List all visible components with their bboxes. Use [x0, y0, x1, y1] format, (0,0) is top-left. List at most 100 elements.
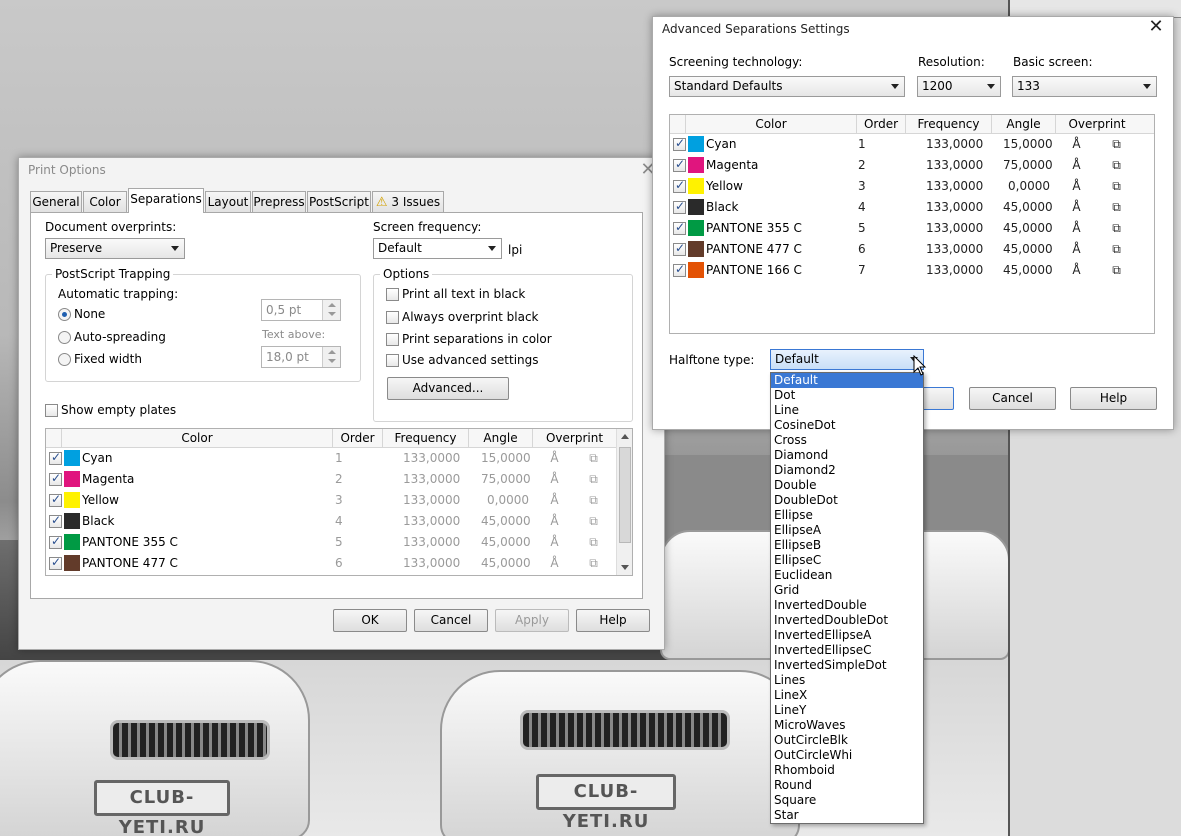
- halftone-option[interactable]: MicroWaves: [771, 718, 923, 733]
- table-row[interactable]: Magenta 2 133,0000 75,0000 Å ⧉: [46, 469, 616, 490]
- scroll-down-icon[interactable]: [621, 565, 629, 570]
- row-enable-checkbox[interactable]: [673, 262, 686, 277]
- trapping-width-stepper[interactable]: 0,5 pt: [261, 299, 341, 321]
- overprint-text-icon[interactable]: Å: [1070, 180, 1083, 193]
- basic-screen-select[interactable]: 133: [1012, 76, 1157, 97]
- resolution-select[interactable]: 1200: [917, 76, 1001, 97]
- print-all-text-black-checkbox[interactable]: [386, 288, 399, 301]
- cancel-button-advanced[interactable]: Cancel: [969, 387, 1056, 410]
- help-button-advanced[interactable]: Help: [1070, 387, 1157, 410]
- row-enable-checkbox[interactable]: [673, 136, 686, 151]
- overprint-graphics-icon[interactable]: ⧉: [1110, 180, 1123, 193]
- halftone-option[interactable]: InvertedDouble: [771, 598, 923, 613]
- table-row[interactable]: Black 4 133,0000 45,0000 Å ⧉: [670, 197, 1154, 218]
- halftone-option[interactable]: OutCircleWhi: [771, 748, 923, 763]
- column-header-order[interactable]: Order: [857, 115, 906, 134]
- stepper-arrows-icon[interactable]: [322, 347, 340, 367]
- trapping-fixed-width-radio[interactable]: [58, 353, 71, 366]
- overprint-text-icon[interactable]: Å: [1070, 264, 1083, 277]
- always-overprint-black-checkbox[interactable]: [386, 311, 399, 324]
- halftone-option[interactable]: DoubleDot: [771, 493, 923, 508]
- row-enable-checkbox[interactable]: [49, 492, 62, 507]
- halftone-option[interactable]: Euclidean: [771, 568, 923, 583]
- overprint-text-icon[interactable]: Å: [548, 515, 561, 528]
- table-row[interactable]: PANTONE 355 C 5 133,0000 45,0000 Å ⧉: [670, 218, 1154, 239]
- table-row[interactable]: PANTONE 477 C 6 133,0000 45,0000 Å ⧉: [670, 239, 1154, 260]
- halftone-option[interactable]: CosineDot: [771, 418, 923, 433]
- overprint-text-icon[interactable]: Å: [548, 473, 561, 486]
- tab-prepress[interactable]: Prepress: [252, 191, 306, 212]
- tab-layout[interactable]: Layout: [205, 191, 251, 212]
- halftone-option[interactable]: Line: [771, 403, 923, 418]
- trapping-none-radio[interactable]: [58, 308, 71, 321]
- column-header-color[interactable]: Color: [686, 115, 857, 134]
- table-row[interactable]: Cyan 1 133,0000 15,0000 Å ⧉: [670, 134, 1154, 155]
- overprint-text-icon[interactable]: Å: [1070, 201, 1083, 214]
- halftone-option[interactable]: InvertedEllipseC: [771, 643, 923, 658]
- overprint-graphics-icon[interactable]: ⧉: [587, 473, 600, 486]
- halftone-option[interactable]: Lines: [771, 673, 923, 688]
- column-header-angle[interactable]: Angle: [992, 115, 1056, 134]
- overprint-graphics-icon[interactable]: ⧉: [1110, 201, 1123, 214]
- column-header-color[interactable]: Color: [62, 429, 333, 448]
- overprint-graphics-icon[interactable]: ⧉: [587, 494, 600, 507]
- halftone-option[interactable]: LineY: [771, 703, 923, 718]
- overprint-text-icon[interactable]: Å: [548, 536, 561, 549]
- print-separations-in-color-checkbox[interactable]: [386, 333, 399, 346]
- halftone-option[interactable]: Dot: [771, 388, 923, 403]
- halftone-option[interactable]: Default: [771, 373, 923, 388]
- table-row[interactable]: Black 4 133,0000 45,0000 Å ⧉: [46, 511, 616, 532]
- overprint-text-icon[interactable]: Å: [548, 494, 561, 507]
- table-scrollbar[interactable]: [616, 429, 632, 575]
- document-overprints-select[interactable]: Preserve: [45, 238, 185, 259]
- halftone-option[interactable]: Round: [771, 778, 923, 793]
- halftone-option[interactable]: InvertedEllipseA: [771, 628, 923, 643]
- row-enable-checkbox[interactable]: [673, 157, 686, 172]
- halftone-type-select[interactable]: Default: [770, 349, 924, 370]
- halftone-option[interactable]: Diamond: [771, 448, 923, 463]
- overprint-text-icon[interactable]: Å: [548, 452, 561, 465]
- halftone-option[interactable]: InvertedSimpleDot: [771, 658, 923, 673]
- help-button[interactable]: Help: [576, 609, 650, 632]
- overprint-graphics-icon[interactable]: ⧉: [1110, 243, 1123, 256]
- halftone-option[interactable]: OutCircleBlk: [771, 733, 923, 748]
- halftone-option[interactable]: EllipseB: [771, 538, 923, 553]
- advanced-close-icon[interactable]: ✕: [1146, 17, 1166, 37]
- halftone-option[interactable]: InvertedDoubleDot: [771, 613, 923, 628]
- apply-button[interactable]: Apply: [495, 609, 569, 632]
- overprint-graphics-icon[interactable]: ⧉: [1110, 264, 1123, 277]
- column-header-overprint[interactable]: Overprint: [533, 429, 616, 448]
- overprint-graphics-icon[interactable]: ⧉: [1110, 138, 1123, 151]
- halftone-option[interactable]: Double: [771, 478, 923, 493]
- row-enable-checkbox[interactable]: [673, 241, 686, 256]
- halftone-option[interactable]: EllipseA: [771, 523, 923, 538]
- halftone-option[interactable]: Star: [771, 808, 923, 823]
- overprint-graphics-icon[interactable]: ⧉: [587, 452, 600, 465]
- row-enable-checkbox[interactable]: [49, 450, 62, 465]
- table-row[interactable]: Magenta 2 133,0000 75,0000 Å ⧉: [670, 155, 1154, 176]
- overprint-text-icon[interactable]: Å: [1070, 159, 1083, 172]
- column-header-frequency[interactable]: Frequency: [906, 115, 992, 134]
- halftone-option[interactable]: Ellipse: [771, 508, 923, 523]
- column-header-angle[interactable]: Angle: [469, 429, 533, 448]
- column-header-frequency[interactable]: Frequency: [383, 429, 469, 448]
- cancel-button[interactable]: Cancel: [414, 609, 488, 632]
- show-empty-plates-checkbox[interactable]: [45, 404, 58, 417]
- halftone-option[interactable]: Rhomboid: [771, 763, 923, 778]
- overprint-graphics-icon[interactable]: ⧉: [587, 536, 600, 549]
- row-enable-checkbox[interactable]: [49, 555, 62, 570]
- table-row[interactable]: PANTONE 166 C 7 133,0000 45,0000 Å ⧉: [670, 260, 1154, 281]
- table-row[interactable]: Yellow 3 133,0000 0,0000 Å ⧉: [46, 490, 616, 511]
- row-enable-checkbox[interactable]: [49, 471, 62, 486]
- column-header-order[interactable]: Order: [333, 429, 383, 448]
- tab-general[interactable]: General: [30, 191, 82, 212]
- row-enable-checkbox[interactable]: [49, 513, 62, 528]
- overprint-text-icon[interactable]: Å: [1070, 243, 1083, 256]
- overprint-text-icon[interactable]: Å: [1070, 222, 1083, 235]
- row-enable-checkbox[interactable]: [673, 178, 686, 193]
- halftone-type-dropdown-list[interactable]: Default Dot Line CosineDot Cross Diamond Diamo…: [770, 372, 924, 824]
- table-row[interactable]: Yellow 3 133,0000 0,0000 Å ⧉: [670, 176, 1154, 197]
- table-row[interactable]: PANTONE 355 C 5 133,0000 45,0000 Å ⧉: [46, 532, 616, 553]
- use-advanced-settings-checkbox[interactable]: [386, 354, 399, 367]
- scroll-up-icon[interactable]: [621, 434, 629, 439]
